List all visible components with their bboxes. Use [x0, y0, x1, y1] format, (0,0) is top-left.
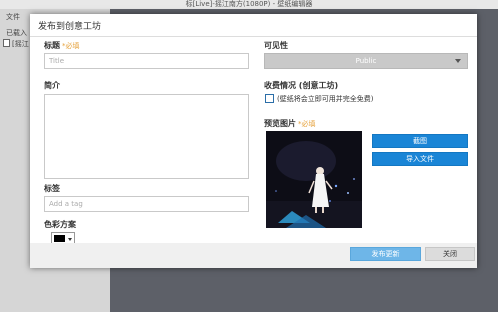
chevron-down-icon [68, 238, 72, 241]
preview-label: 预览图片 *必填 [264, 118, 316, 129]
close-button[interactable]: 关闭 [425, 247, 475, 261]
tags-label: 标签 [44, 184, 60, 193]
color-swatch [54, 235, 65, 242]
preview-label-text: 预览图片 [264, 119, 296, 128]
dialog-title: 发布到创意工坊 [38, 22, 102, 32]
app-titlebar: 标[Live]-摇江南方(1080P) - 壁纸编辑器 [0, 0, 498, 9]
title-placeholder: Title [49, 57, 65, 65]
crop-button[interactable]: 截图 [372, 134, 468, 148]
publish-update-button[interactable]: 发布更新 [350, 247, 421, 261]
tags-placeholder: Add a tag [49, 200, 83, 208]
visibility-select[interactable]: Public [264, 53, 468, 69]
loaded-label: 已载入 [6, 29, 27, 37]
chevron-down-icon [455, 59, 461, 63]
title-label-text: 标题 [44, 41, 60, 50]
title-required-mark: *必填 [62, 42, 80, 50]
tags-input[interactable]: Add a tag [44, 196, 249, 212]
free-checkbox-text: (壁纸将会立即可用并完全免费) [277, 95, 374, 103]
preview-image [266, 131, 362, 228]
sidebar-file-item[interactable]: [摇江 [3, 39, 29, 49]
app-title: 标[Live]-摇江南方(1080P) - 壁纸编辑器 [185, 0, 313, 8]
pricing-label: 收费情况 (创意工坊) [264, 81, 339, 90]
import-file-button[interactable]: 导入文件 [372, 152, 468, 166]
file-icon [3, 39, 10, 47]
description-textarea[interactable] [44, 94, 249, 179]
dialog-footer: 发布更新 关闭 [30, 243, 477, 268]
file-menu[interactable]: 文件 [6, 12, 20, 22]
color-scheme-label: 色彩方案 [44, 220, 76, 229]
dialog-body: 标题 *必填 Title 简介 标签 Add a tag 色彩方案 可见性 Pub… [30, 37, 477, 245]
description-label: 简介 [44, 81, 60, 90]
dialog-titlebar: 发布到创意工坊 [30, 14, 477, 37]
publish-dialog: 发布到创意工坊 标题 *必填 Title 简介 标签 Add a tag 色彩方案… [30, 14, 477, 268]
title-input[interactable]: Title [44, 53, 249, 69]
visibility-value: Public [355, 57, 377, 65]
sidebar-file-label: [摇江 [12, 40, 29, 48]
free-checkbox[interactable] [265, 94, 274, 103]
preview-required-mark: *必填 [298, 120, 316, 128]
visibility-label: 可见性 [264, 41, 288, 50]
title-label: 标题 *必填 [44, 40, 80, 51]
